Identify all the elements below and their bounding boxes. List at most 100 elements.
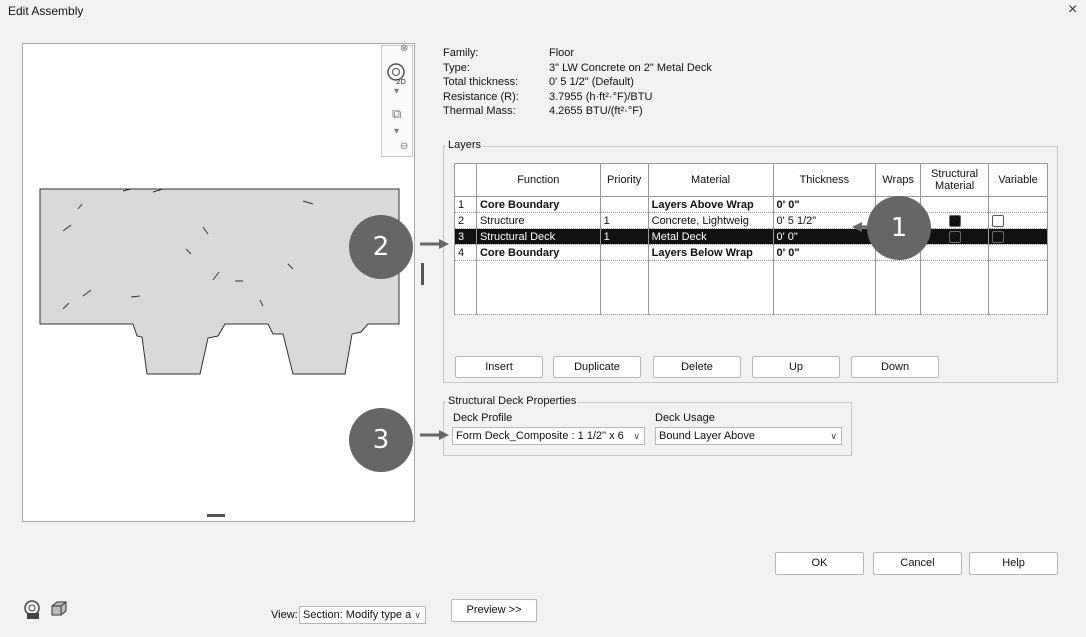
title-bar [0, 0, 1086, 22]
deck-usage-dropdown[interactable]: Bound Layer Above ∨ [655, 427, 842, 445]
vertical-scroll-thumb[interactable] [421, 263, 424, 285]
callout-3: 3 [349, 408, 413, 472]
prop-key: Resistance (R): [443, 90, 519, 103]
callout-1: 1 [867, 196, 931, 260]
window-title: Edit Assembly [8, 4, 84, 18]
table-row-selected[interactable]: 3 Structural Deck 1 Metal Deck 0' 0" [454, 228, 1048, 245]
cell-variable[interactable] [988, 244, 1048, 261]
3d-view-icon[interactable] [50, 601, 68, 617]
insert-button[interactable]: Insert [455, 356, 543, 378]
prop-key: Type: [443, 61, 470, 74]
view-value: Section: Modify type a [303, 609, 412, 621]
empty-cell [647, 260, 774, 315]
preview-button[interactable]: Preview >> [451, 599, 537, 622]
table-row[interactable]: 2 Structure 1 Concrete, Lightweig 0' 5 1… [454, 212, 1048, 229]
empty-cell [920, 260, 990, 315]
row-number: 2 [454, 212, 477, 229]
prop-value: 3" LW Concrete on 2" Metal Deck [549, 61, 712, 74]
empty-cell [475, 260, 601, 315]
cell-variable[interactable] [988, 196, 1048, 213]
cell-priority[interactable] [599, 244, 649, 261]
2d-wheel-icon[interactable]: 2D [386, 62, 408, 86]
cell-variable[interactable] [988, 228, 1048, 245]
row-number: 1 [454, 196, 477, 213]
cell-function[interactable]: Core Boundary [475, 244, 601, 261]
cell-material[interactable]: Metal Deck [647, 228, 774, 245]
empty-cell [454, 260, 477, 315]
view-dropdown[interactable]: Section: Modify type a ∨ [299, 606, 426, 624]
cell-thickness[interactable]: 0' 0" [772, 244, 877, 261]
empty-cell [772, 260, 877, 315]
row-number: 3 [454, 228, 477, 245]
table-row-empty [454, 260, 1048, 315]
up-button[interactable]: Up [752, 356, 840, 378]
deck-profile-dropdown[interactable]: Form Deck_Composite : 1 1/2" x 6 ∨ [452, 427, 645, 445]
column-header-thickness[interactable]: Thickness [772, 163, 877, 197]
cell-structural-material[interactable] [920, 244, 990, 261]
zoom-region-icon[interactable]: ⧉ [392, 106, 401, 122]
down-button[interactable]: Down [851, 356, 939, 378]
prop-key: Thermal Mass: [443, 105, 516, 117]
prop-key: Family: [443, 47, 479, 59]
duplicate-button[interactable]: Duplicate [553, 356, 641, 378]
column-header-priority[interactable]: Priority [599, 163, 649, 197]
prop-value: 3.7955 (h·ft²·°F)/BTU [549, 90, 653, 103]
column-header-material[interactable]: Material [647, 163, 774, 197]
ok-button[interactable]: OK [775, 552, 864, 575]
cell-variable[interactable] [988, 212, 1048, 229]
prop-value: 0' 5 1/2" (Default) [549, 76, 634, 88]
callout-2: 2 [349, 215, 413, 279]
cell-material[interactable]: Layers Below Wrap [647, 244, 774, 261]
cell-function[interactable]: Structure [475, 212, 601, 229]
delete-button[interactable]: Delete [653, 356, 741, 378]
svg-text:2D: 2D [396, 78, 406, 86]
cell-material[interactable]: Concrete, Lightweig [647, 212, 774, 229]
variable-checkbox[interactable] [992, 214, 1005, 227]
table-row[interactable]: 1 Core Boundary Layers Above Wrap 0' 0" [454, 196, 1048, 213]
cell-function[interactable]: Structural Deck [475, 228, 601, 245]
prop-key: Total thickness: [443, 76, 519, 88]
chevron-down-icon[interactable]: ▾ [394, 86, 399, 97]
column-header-wraps[interactable]: Wraps [875, 163, 922, 197]
options-icon[interactable]: ⊖ [400, 141, 408, 152]
chevron-down-icon[interactable]: ▾ [394, 126, 399, 137]
cell-thickness[interactable]: 0' 0" [772, 228, 877, 245]
horizontal-scroll-thumb[interactable] [207, 514, 225, 517]
view-label: View: [271, 609, 298, 621]
table-row[interactable]: 4 Core Boundary Layers Below Wrap 0' 0" [454, 244, 1048, 261]
cell-priority[interactable]: 1 [599, 228, 649, 245]
empty-cell [988, 260, 1048, 315]
layers-table[interactable]: Function Priority Material Thickness Wra… [454, 163, 1048, 315]
close-icon[interactable]: × [1068, 1, 1077, 19]
cell-structural-material[interactable] [920, 196, 990, 213]
structural-material-checkbox[interactable] [948, 214, 961, 227]
cell-priority[interactable]: 1 [599, 212, 649, 229]
column-header-function[interactable]: Function [475, 163, 601, 197]
chevron-down-icon: ∨ [412, 607, 421, 623]
deck-profile-value: Form Deck_Composite : 1 1/2" x 6 [456, 430, 624, 442]
chevron-down-icon: ∨ [830, 431, 837, 441]
prop-value: Floor [549, 47, 575, 59]
cancel-button[interactable]: Cancel [873, 552, 962, 575]
cell-thickness[interactable]: 0' 5 1/2" [772, 212, 877, 229]
2d-wheel-icon[interactable] [23, 600, 43, 620]
cell-function[interactable]: Core Boundary [475, 196, 601, 213]
chevron-down-icon: ∨ [631, 428, 640, 444]
table-header-row: Function Priority Material Thickness Wra… [454, 163, 1048, 197]
cell-material[interactable]: Layers Above Wrap [647, 196, 774, 213]
deck-usage-value: Bound Layer Above [659, 430, 756, 442]
column-header-structural-material[interactable]: Structural Material [920, 163, 990, 197]
view-navigation-bar[interactable]: ⊗ 2D ▾ ⧉ ▾ ⊖ [381, 43, 413, 157]
help-button[interactable]: Help [969, 552, 1058, 575]
cell-priority[interactable] [599, 196, 649, 213]
variable-checkbox[interactable] [992, 230, 1005, 243]
empty-cell [599, 260, 649, 315]
structural-material-checkbox[interactable] [948, 230, 961, 243]
column-header-variable[interactable]: Variable [988, 163, 1048, 197]
cell-thickness[interactable]: 0' 0" [772, 196, 877, 213]
deck-slab-shape [39, 188, 400, 375]
row-number: 4 [454, 244, 477, 261]
structural-deck-legend: Structural Deck Properties [446, 395, 579, 407]
deck-profile-label: Deck Profile [453, 412, 513, 424]
close-small-icon[interactable]: ⊗ [400, 43, 408, 54]
